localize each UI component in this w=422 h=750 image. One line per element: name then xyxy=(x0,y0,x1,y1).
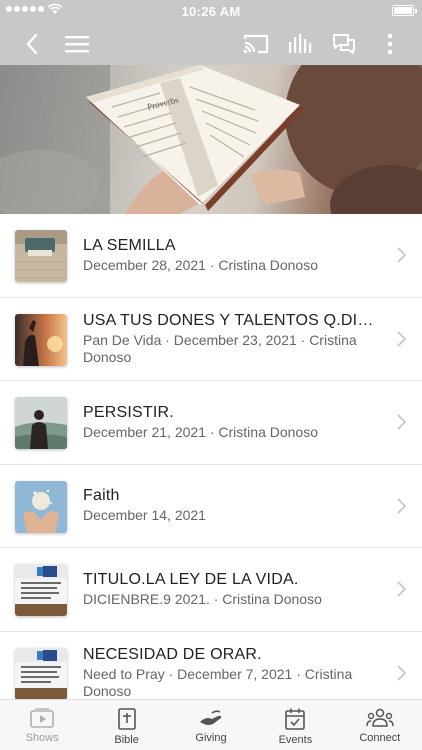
tab-connect[interactable]: Connect xyxy=(338,700,422,750)
item-title: TITULO.LA LEY DE LA VIDA. xyxy=(83,570,299,588)
chat-bubbles-icon xyxy=(333,33,355,54)
item-subtitle: December 14, 2021 xyxy=(83,507,206,524)
chevron-right-icon xyxy=(397,331,406,347)
item-subtitle: DICIENBRE.9 2021. · Cristina Donoso xyxy=(83,590,322,607)
item-subtitle: Need to Pray · December 7, 2021 · Cristi… xyxy=(83,665,353,699)
giving-hand-icon xyxy=(200,710,222,725)
status-bar: 10:26 AM xyxy=(0,0,422,22)
list-item[interactable]: TITULO.LA LEY DE LA VIDA. DICIENBRE.9 20… xyxy=(0,548,422,632)
chat-button[interactable] xyxy=(324,22,364,65)
list-item[interactable]: PERSISTIR. December 21, 2021 · Cristina … xyxy=(0,381,422,465)
tab-bible[interactable]: Bible xyxy=(84,700,168,750)
play-screen-icon xyxy=(30,708,55,728)
tab-label: Shows xyxy=(25,732,59,744)
chevron-right-icon xyxy=(397,498,406,514)
tab-label: Giving xyxy=(195,732,227,744)
top-nav-bar xyxy=(0,22,422,65)
hamburger-icon xyxy=(65,35,89,52)
bottom-tab-bar: Shows Bible Giving Events Connect xyxy=(0,699,422,750)
item-subtitle: December 28, 2021 · Cristina Donoso xyxy=(83,256,319,273)
item-title: LA SEMILLA xyxy=(83,236,176,254)
hero-banner: Proverbs xyxy=(0,65,422,214)
item-title: USA TUS DONES Y TALENTOS Q.DIO... xyxy=(83,311,382,329)
tab-shows[interactable]: Shows xyxy=(0,700,84,750)
item-title: NECESIDAD DE ORAR. xyxy=(83,645,262,663)
more-options-button[interactable] xyxy=(370,22,410,65)
tab-label: Events xyxy=(278,734,313,746)
item-title: Faith xyxy=(83,487,120,505)
back-button[interactable] xyxy=(12,22,52,65)
battery-icon xyxy=(392,5,417,16)
menu-button[interactable] xyxy=(57,22,97,65)
item-title: PERSISTIR. xyxy=(83,403,174,421)
radio-flyer-thumbnail xyxy=(15,564,67,616)
cast-icon xyxy=(243,34,269,53)
item-subtitle: December 21, 2021 · Cristina Donoso xyxy=(83,423,319,440)
episode-list: LA SEMILLA December 28, 2021 · Cristina … xyxy=(0,214,422,715)
chevron-right-icon xyxy=(397,665,406,681)
audio-bars-icon xyxy=(289,33,312,53)
cupped-hands-thumbnail xyxy=(15,480,67,533)
bible-icon xyxy=(117,708,136,730)
tab-events[interactable]: Events xyxy=(253,700,337,750)
tab-giving[interactable]: Giving xyxy=(169,700,253,750)
tab-label: Bible xyxy=(114,734,139,746)
chevron-right-icon xyxy=(397,247,406,263)
audio-button[interactable] xyxy=(280,22,320,65)
woman-reading-bible-photo: Proverbs xyxy=(0,65,422,214)
radio-flyer-thumbnail xyxy=(15,647,67,700)
hiker-thumbnail xyxy=(15,397,67,449)
chevron-left-icon xyxy=(26,33,38,54)
calendar-icon xyxy=(285,708,306,730)
chevron-right-icon xyxy=(397,414,406,430)
chevron-right-icon xyxy=(397,581,406,597)
list-item[interactable]: Faith December 14, 2021 xyxy=(0,465,422,548)
people-icon xyxy=(366,708,394,727)
status-time: 10:26 AM xyxy=(181,4,241,19)
tab-label: Connect xyxy=(359,732,401,744)
cast-button[interactable] xyxy=(236,22,276,65)
typewriter-thumbnail xyxy=(15,230,67,282)
more-vertical-icon xyxy=(387,33,393,54)
list-item[interactable]: LA SEMILLA December 28, 2021 · Cristina … xyxy=(0,214,422,298)
sunset-person-thumbnail xyxy=(15,313,67,366)
item-subtitle: Pan De Vida · December 23, 2021 · Cristi… xyxy=(83,331,357,365)
list-item[interactable]: USA TUS DONES Y TALENTOS Q.DIO... Pan De… xyxy=(0,298,422,381)
